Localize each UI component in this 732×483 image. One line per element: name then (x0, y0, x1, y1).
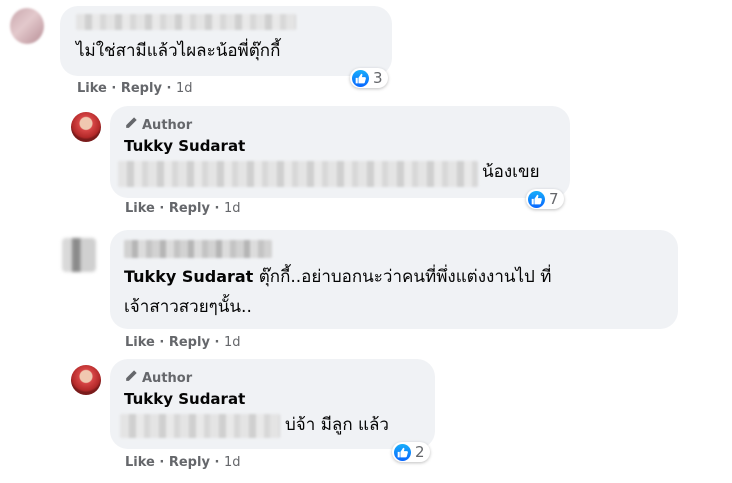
timestamp[interactable]: 1d (176, 81, 193, 96)
reaction-number: 7 (549, 190, 559, 208)
like-button[interactable]: Like (125, 335, 155, 350)
redacted-text (118, 161, 478, 187)
commenter-name-redacted (124, 240, 272, 258)
comment-text-line1: Tukky Sudarat ตุ๊กกี้..อย่าบอกนะว่าคนที่… (124, 267, 552, 287)
author-name[interactable]: Tukky Sudarat (124, 137, 245, 155)
author-badge: Author (124, 116, 192, 133)
timestamp[interactable]: 1d (224, 455, 241, 470)
like-button[interactable]: Like (125, 455, 155, 470)
pencil-icon (126, 370, 137, 381)
commenter-name-redacted (76, 14, 296, 30)
reply-button[interactable]: Reply (169, 201, 210, 216)
comment-actions: Like · Reply · 1d (125, 455, 241, 470)
author-avatar[interactable] (71, 112, 101, 142)
commenter-avatar[interactable] (62, 238, 96, 272)
comment-bubble: Author Tukky Sudarat น้องเขย (110, 106, 570, 198)
comment-text: บ่จ้า มีลูก แล้ว (285, 415, 389, 435)
reaction-number: 3 (373, 69, 383, 87)
timestamp[interactable]: 1d (224, 201, 241, 216)
comment-bubble: Author Tukky Sudarat บ่จ้า มีลูก แล้ว (110, 359, 435, 449)
redacted-text (120, 414, 280, 438)
reaction-count[interactable]: 2 (392, 442, 430, 462)
comment-actions: Like · Reply · 1d (125, 335, 241, 350)
comment-bubble: ไม่ใช่สามีแล้วไผละน้อพี่ตุ๊กกี้ (60, 6, 392, 76)
comment-text: ไม่ใช่สามีแล้วไผละน้อพี่ตุ๊กกี้ (76, 41, 281, 61)
author-avatar[interactable] (71, 365, 101, 395)
like-button[interactable]: Like (125, 201, 155, 216)
author-badge: Author (124, 369, 192, 386)
author-name[interactable]: Tukky Sudarat (124, 390, 245, 408)
pencil-icon (126, 117, 137, 128)
reaction-count[interactable]: 3 (350, 68, 388, 88)
reply-button[interactable]: Reply (121, 81, 162, 96)
like-button[interactable]: Like (77, 81, 107, 96)
reply-button[interactable]: Reply (169, 335, 210, 350)
comment-text: น้องเขย (482, 162, 540, 182)
reply-button[interactable]: Reply (169, 455, 210, 470)
like-icon (352, 69, 369, 87)
comment-actions: Like · Reply · 1d (125, 201, 241, 216)
reaction-number: 2 (415, 443, 425, 461)
timestamp[interactable]: 1d (224, 335, 241, 350)
comment-text-line2: เจ้าสาวสวยๆนั้น.. (124, 297, 252, 317)
comment-actions: Like · Reply · 1d (77, 81, 193, 96)
like-icon (528, 190, 545, 208)
mentioned-user[interactable]: Tukky Sudarat (124, 267, 253, 286)
comment-bubble: Tukky Sudarat ตุ๊กกี้..อย่าบอกนะว่าคนที่… (110, 230, 678, 329)
like-icon (394, 443, 411, 461)
commenter-avatar[interactable] (10, 8, 44, 44)
reaction-count[interactable]: 7 (526, 189, 564, 209)
